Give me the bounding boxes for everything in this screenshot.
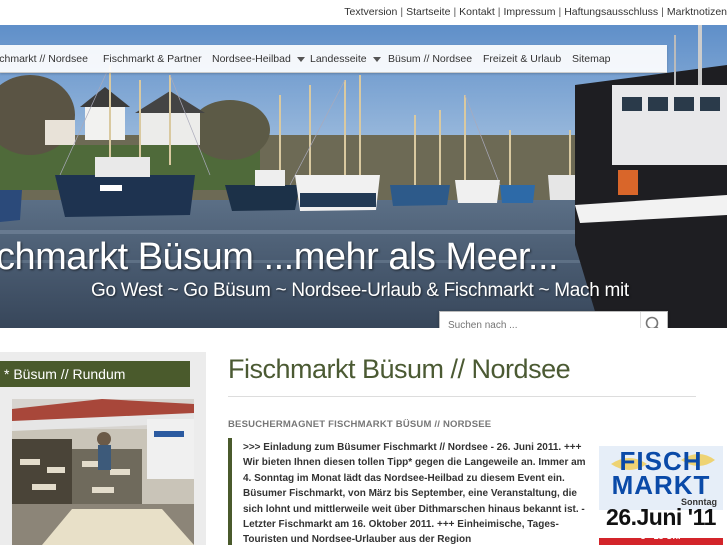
nav-item-landesseite[interactable]: Landesseite: [310, 53, 381, 65]
chevron-down-icon: [372, 56, 381, 62]
poster-line-4: 26.Juni '11: [606, 504, 716, 530]
link-textversion[interactable]: Textversion: [344, 6, 397, 18]
quote-text: >>> Einladung zum Büsumer Fischmarkt // …: [243, 442, 586, 546]
sidebar-widget-title: * Büsum // Rundum: [0, 361, 190, 387]
separator: |: [453, 6, 457, 18]
separator: |: [661, 6, 664, 18]
nav-item-label: Fischmarkt & Partner: [103, 53, 202, 65]
main-nav: schmarkt // Nordsee Fischmarkt & Partner…: [0, 45, 667, 73]
nav-item-label: Sitemap: [572, 53, 611, 65]
page-title: Fischmarkt Büsum // Nordsee: [228, 354, 571, 384]
nav-item-label: Nordsee-Heilbad: [212, 53, 291, 65]
nav-item-label: Landesseite: [310, 53, 367, 65]
nav-item-freizeit-urlaub[interactable]: Freizeit & Urlaub: [483, 53, 561, 65]
nav-item-fischmarkt-nordsee[interactable]: schmarkt // Nordsee: [0, 53, 88, 65]
nav-item-nordsee-heilbad[interactable]: Nordsee-Heilbad: [212, 53, 305, 65]
market-photo: [12, 399, 194, 545]
poster-line-5: 8 - 18 Uhr: [640, 531, 682, 541]
divider: [228, 396, 696, 397]
nav-item-label: Freizeit & Urlaub: [483, 53, 562, 65]
site-tagline: Go West ~ Go Büsum ~ Nordsee-Urlaub & Fi…: [91, 280, 629, 301]
separator: |: [497, 6, 501, 18]
nav-item-sitemap[interactable]: Sitemap: [572, 53, 611, 65]
link-haftungsausschluss[interactable]: Haftungsausschluss: [564, 6, 658, 18]
blockquote: >>> Einladung zum Büsumer Fischmarkt // …: [228, 438, 602, 545]
fischmarkt-poster: FISCH MARKT Sonntag 26.Juni '11 8 - 18 U…: [599, 446, 723, 545]
sidebar-widget-title-text: * Büsum // Rundum: [4, 366, 126, 382]
sidebar: * Büsum // Rundum: [0, 352, 206, 545]
main-content: Fischmarkt Büsum // Nordsee BESUCHERMAGN…: [206, 328, 727, 545]
separator: |: [400, 6, 404, 18]
nav-item-label: schmarkt // Nordsee: [0, 53, 88, 65]
separator: |: [558, 6, 562, 18]
site-title[interactable]: chmarkt Büsum ...mehr als Meer...: [0, 236, 559, 279]
link-startseite[interactable]: Startseite: [406, 6, 450, 18]
link-kontakt[interactable]: Kontakt: [459, 6, 495, 18]
nav-item-buesum-nordsee[interactable]: Büsum // Nordsee: [388, 53, 472, 65]
nav-item-fischmarkt-partner[interactable]: Fischmarkt & Partner: [103, 53, 202, 65]
section-heading: BESUCHERMAGNET FISCHMARKT BÜSUM // NORDS…: [228, 419, 492, 430]
link-marktnotizen[interactable]: Marktnotizen: [667, 6, 727, 18]
link-impressum[interactable]: Impressum: [504, 6, 556, 18]
chevron-down-icon: [296, 56, 305, 62]
nav-item-label: Büsum // Nordsee: [388, 53, 473, 65]
top-utility-bar: Textversion | Startseite | Kontakt | Impressum…: [0, 0, 727, 25]
top-links: Textversion | Startseite | Kontakt | Impressum…: [344, 6, 727, 18]
